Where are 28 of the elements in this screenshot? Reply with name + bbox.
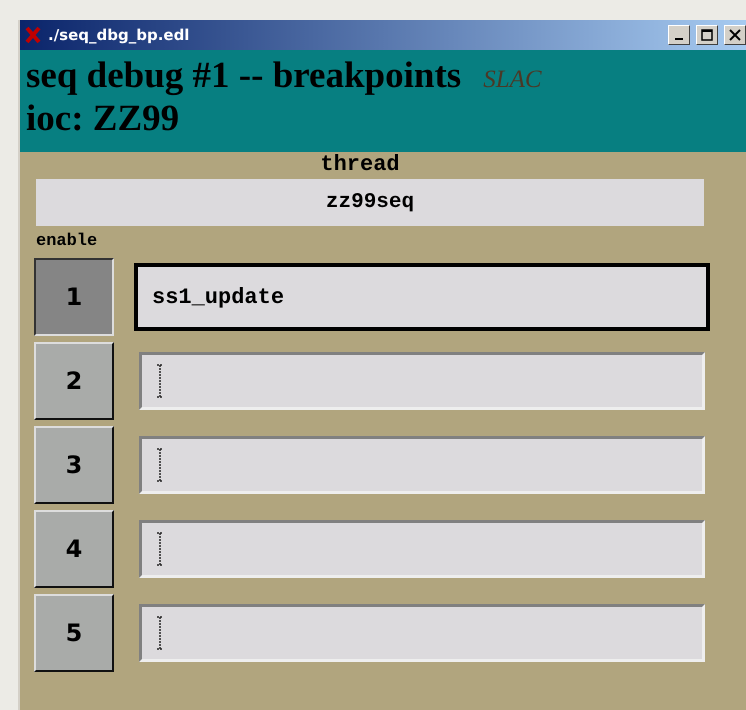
text-cursor-icon (156, 364, 164, 398)
breakpoint-input-field[interactable] (139, 604, 705, 662)
ioc-name: ioc: ZZ99 (26, 97, 180, 140)
close-icon (729, 29, 741, 41)
window-title: ./seq_dbg_bp.edl (48, 26, 190, 44)
enable-button[interactable]: 4 (34, 510, 114, 588)
text-cursor-icon (156, 448, 164, 482)
maximize-button[interactable] (696, 25, 718, 45)
close-button[interactable] (724, 25, 746, 45)
logo-text: SLAC (483, 66, 542, 94)
breakpoint-input-field[interactable] (139, 436, 705, 494)
text-cursor-icon (156, 532, 164, 566)
minimize-icon (675, 38, 683, 40)
enable-label: enable (36, 232, 98, 251)
x-logo-icon (24, 26, 42, 44)
enable-button[interactable]: 3 (34, 426, 114, 504)
enable-button[interactable]: 1 (34, 258, 114, 336)
breakpoint-input-field[interactable] (139, 520, 705, 578)
thread-value: zz99seq (36, 179, 704, 226)
thread-label: thread (320, 152, 400, 177)
text-cursor-icon (156, 616, 164, 650)
minimize-button[interactable] (668, 25, 690, 45)
maximize-icon (701, 29, 713, 41)
enable-button[interactable]: 5 (34, 594, 114, 672)
breakpoint-input-field[interactable]: ss1_update (134, 263, 710, 331)
enable-button[interactable]: 2 (34, 342, 114, 420)
breakpoint-input-field[interactable] (139, 352, 705, 410)
screen-title: seq debug #1 -- breakpoints (26, 54, 462, 97)
